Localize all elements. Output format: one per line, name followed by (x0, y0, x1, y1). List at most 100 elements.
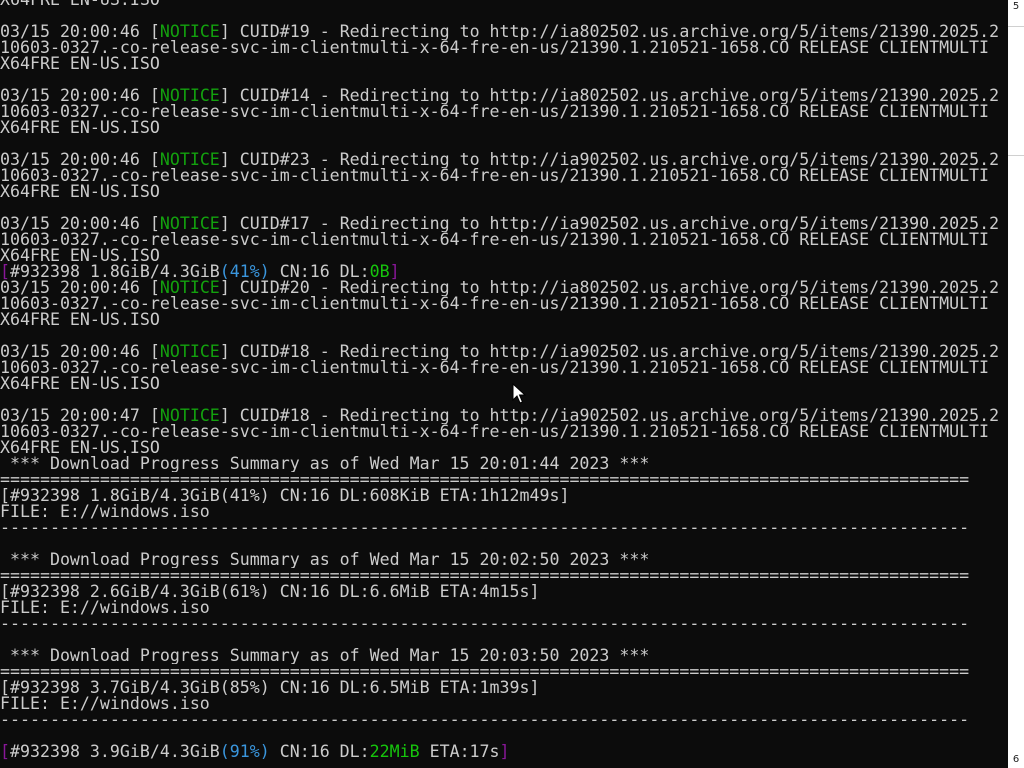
line-segment: 10603-0327.-co-release-svc-im-clientmult… (0, 168, 1000, 184)
scrollbar-top-label: 5 (1012, 1, 1020, 12)
line-segment: 10603-0327.-co-release-svc-im-clientmult… (0, 360, 1000, 376)
terminal-line: [#932398 3.7GiB/4.3GiB(85%) CN:16 DL:6.5… (0, 680, 1008, 696)
line-segment: X64FRE_EN-US.ISO (0, 184, 160, 200)
terminal-line: 03/15 20:00:46 [NOTICE] CUID#18 - Redire… (0, 344, 1008, 360)
line-segment: 10603-0327.-co-release-svc-im-clientmult… (0, 40, 1000, 56)
line-segment: ] (499, 744, 510, 760)
terminal-line: X64FRE_EN-US.ISO (0, 56, 1008, 72)
terminal-line: ----------------------------------------… (0, 616, 1008, 632)
terminal-line: 10603-0327.-co-release-svc-im-clientmult… (0, 104, 1008, 120)
terminal-line: ========================================… (0, 664, 1008, 680)
terminal-line: [#932398 3.9GiB/4.3GiB(91%) CN:16 DL:22M… (0, 744, 1008, 760)
terminal-line: ========================================… (0, 472, 1008, 488)
terminal-line: X64FRE_EN-US.ISO (0, 184, 1008, 200)
terminal-line: 10603-0327.-co-release-svc-im-clientmult… (0, 232, 1008, 248)
terminal-line: [#932398 1.8GiB/4.3GiB(41%) CN:16 DL:608… (0, 488, 1008, 504)
terminal-line: 10603-0327.-co-release-svc-im-clientmult… (0, 168, 1008, 184)
line-segment: FILE: E://windows.iso (0, 504, 210, 520)
terminal-line: *** Download Progress Summary as of Wed … (0, 456, 1008, 472)
line-segment: [ (0, 264, 10, 280)
terminal-line: X64FRE_EN-US.ISO (0, 0, 1008, 8)
terminal-line: FILE: E://windows.iso (0, 696, 1008, 712)
line-segment: FILE: E://windows.iso (0, 600, 210, 616)
notice-tag: NOTICE (159, 216, 220, 232)
line-segment: (41%) (219, 264, 270, 280)
line-segment: (91%) (219, 744, 270, 760)
terminal-line: *** Download Progress Summary as of Wed … (0, 648, 1008, 664)
line-segment: X64FRE_EN-US.ISO (0, 0, 160, 8)
terminal-line: [#932398 1.8GiB/4.3GiB(41%) CN:16 DL:0B] (0, 264, 1008, 280)
notice-tag: NOTICE (159, 24, 220, 40)
line-segment: 10603-0327.-co-release-svc-im-clientmult… (0, 424, 1000, 440)
terminal-line: 10603-0327.-co-release-svc-im-clientmult… (0, 40, 1008, 56)
terminal-line: 03/15 20:00:46 [NOTICE] CUID#23 - Redire… (0, 152, 1008, 168)
line-segment: ========================================… (0, 472, 970, 488)
line-segment: 0B (369, 264, 390, 280)
terminal-line: X64FRE_EN-US.ISO (0, 248, 1008, 264)
line-segment: ] CUID#19 - Redirecting to http://ia8025… (219, 24, 1000, 40)
line-segment: CN:16 DL: (269, 744, 370, 760)
line-segment: ----------------------------------------… (0, 520, 970, 536)
vertical-scrollbar[interactable]: 5 6 (1008, 0, 1024, 768)
line-segment: 03/15 20:00:46 [ (0, 280, 160, 296)
notice-tag: NOTICE (159, 88, 220, 104)
line-segment: #932398 3.9GiB/4.3GiB (10, 744, 220, 760)
line-segment: 03/15 20:00:47 [ (0, 408, 160, 424)
terminal-line: X64FRE_EN-US.ISO (0, 312, 1008, 328)
line-segment: 03/15 20:00:46 [ (0, 344, 160, 360)
line-segment: ] CUID#18 - Redirecting to http://ia9025… (219, 408, 1000, 424)
line-segment: *** Download Progress Summary as of Wed … (0, 456, 650, 472)
terminal-line: 03/15 20:00:46 [NOTICE] CUID#20 - Redire… (0, 280, 1008, 296)
line-segment: ETA:17s (419, 744, 500, 760)
line-segment: ] (389, 264, 400, 280)
terminal-line: FILE: E://windows.iso (0, 504, 1008, 520)
terminal-line: [#932398 2.6GiB/4.3GiB(61%) CN:16 DL:6.6… (0, 584, 1008, 600)
terminal-line: 10603-0327.-co-release-svc-im-clientmult… (0, 360, 1008, 376)
line-segment: ========================================… (0, 664, 970, 680)
terminal-line: 03/15 20:00:46 [NOTICE] CUID#17 - Redire… (0, 216, 1008, 232)
line-segment: #932398 1.8GiB/4.3GiB (10, 264, 220, 280)
terminal-line: 10603-0327.-co-release-svc-im-clientmult… (0, 424, 1008, 440)
line-segment: ] CUID#18 - Redirecting to http://ia9025… (219, 344, 1000, 360)
line-segment: 22MiB (369, 744, 420, 760)
terminal-line: X64FRE_EN-US.ISO (0, 440, 1008, 456)
line-segment: [ (0, 744, 10, 760)
line-segment: CN:16 DL: (269, 264, 370, 280)
line-segment: ] CUID#17 - Redirecting to http://ia9025… (219, 216, 1000, 232)
line-segment: X64FRE_EN-US.ISO (0, 376, 160, 392)
line-segment: 03/15 20:00:46 [ (0, 216, 160, 232)
terminal-line: *** Download Progress Summary as of Wed … (0, 552, 1008, 568)
scrollbar-thumb[interactable] (1008, 26, 1024, 156)
line-segment: 10603-0327.-co-release-svc-im-clientmult… (0, 232, 1000, 248)
notice-tag: NOTICE (159, 344, 220, 360)
line-segment: [#932398 3.7GiB/4.3GiB(85%) CN:16 DL:6.5… (0, 680, 540, 696)
notice-tag: NOTICE (159, 152, 220, 168)
line-segment: [#932398 2.6GiB/4.3GiB(61%) CN:16 DL:6.6… (0, 584, 540, 600)
line-segment: *** Download Progress Summary as of Wed … (0, 648, 650, 664)
line-segment: 03/15 20:00:46 [ (0, 88, 160, 104)
line-segment: X64FRE_EN-US.ISO (0, 56, 160, 72)
terminal-line: ----------------------------------------… (0, 712, 1008, 728)
line-segment: 03/15 20:00:46 [ (0, 152, 160, 168)
terminal-line: 03/15 20:00:46 [NOTICE] CUID#14 - Redire… (0, 88, 1008, 104)
terminal-line: 03/15 20:00:46 [NOTICE] CUID#19 - Redire… (0, 24, 1008, 40)
notice-tag: NOTICE (159, 280, 220, 296)
line-segment: ] CUID#14 - Redirecting to http://ia8025… (219, 88, 1000, 104)
line-segment: 03/15 20:00:46 [ (0, 24, 160, 40)
line-segment: X64FRE_EN-US.ISO (0, 312, 160, 328)
terminal-output[interactable]: X64FRE_EN-US.ISO03/15 20:00:46 [NOTICE] … (0, 0, 1008, 768)
line-segment: FILE: E://windows.iso (0, 696, 210, 712)
line-segment: ----------------------------------------… (0, 712, 970, 728)
line-segment: ----------------------------------------… (0, 616, 970, 632)
line-segment: [#932398 1.8GiB/4.3GiB(41%) CN:16 DL:608… (0, 488, 570, 504)
line-segment: ========================================… (0, 568, 970, 584)
terminal-line: ----------------------------------------… (0, 520, 1008, 536)
line-segment: 10603-0327.-co-release-svc-im-clientmult… (0, 296, 1000, 312)
